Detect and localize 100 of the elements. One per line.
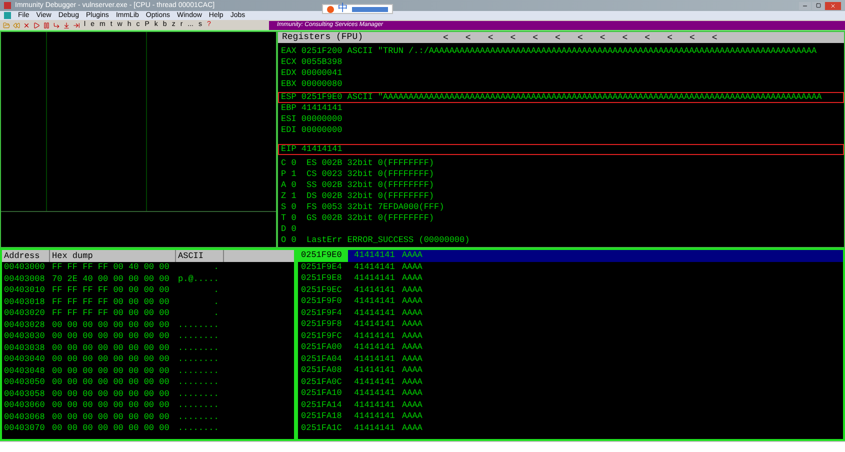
value-cell-text: 41414141: [354, 250, 396, 262]
hex-cell-text: 00 00 00 00 00 00 00 00: [51, 423, 170, 434]
highlighted-register-row: ESP 0251F9E0 ASCII "AAAAAAAAAAAAAAAAAAAAAAAAAAAAAAAAAAAAAAAAAAAAAAAAAAAAAAAAAAAAAAAAAAAAAAAAAAAAAAAAAAAAAA: [278, 92, 844, 103]
column-header[interactable]: Hex dump: [50, 250, 176, 262]
scroll-arrow[interactable]: <: [465, 32, 471, 42]
stack-row[interactable]: 0251F9F4 41414141 AAAA: [298, 308, 843, 319]
stack-row[interactable]: 0251F9EC 41414141 AAAA: [298, 284, 843, 296]
stack-row[interactable]: 0251FA1C 41414141 AAAA: [298, 422, 843, 434]
stack-row[interactable]: 0251FA10 41414141 AAAA: [298, 388, 843, 400]
address-cell-text: 0251F9E8: [300, 273, 343, 284]
register-row-text: EDI 00000000: [280, 125, 344, 136]
ascii-cell: AAAA: [402, 400, 422, 411]
value-cell-text: 41414141: [354, 262, 396, 273]
value-cell-text: 41414141: [354, 376, 396, 388]
app-logo-icon: [4, 12, 11, 19]
scroll-arrow[interactable]: <: [712, 32, 718, 42]
stack-row[interactable]: 0251FA08 41414141 AAAA: [298, 365, 843, 376]
pause-icon[interactable]: [43, 22, 50, 28]
value-cell-text: 41414141: [354, 308, 396, 319]
scroll-arrow[interactable]: <: [600, 32, 606, 42]
ascii-cell: AAAA: [402, 354, 422, 365]
minimize-icon: [802, 2, 808, 8]
minimize-button[interactable]: [799, 2, 811, 10]
ascii-cell-text: p.@.....: [177, 274, 220, 285]
scroll-arrow[interactable]: <: [443, 32, 448, 42]
scroll-arrow[interactable]: <: [532, 32, 538, 42]
scroll-arrow[interactable]: <: [644, 32, 650, 42]
ascii-cell-text: ........: [177, 320, 220, 331]
hex-cell-text: 00 00 00 00 00 00 00 00: [51, 354, 170, 366]
address-cell-text: 00403028: [3, 320, 46, 331]
scroll-arrow[interactable]: <: [689, 32, 695, 42]
ascii-cell-text: ........: [177, 342, 220, 354]
selected-stack-row[interactable]: 0251F9E0 41414141 AAAA: [298, 250, 843, 262]
address-cell-text: 0251FA10: [300, 388, 343, 400]
run-to-icon[interactable]: [73, 22, 80, 28]
value-cell-text: 41414141: [354, 296, 396, 308]
stack-row[interactable]: 0251FA0C 41414141 AAAA: [298, 376, 843, 388]
address-cell-text: 0251FA08: [300, 365, 343, 376]
play-icon[interactable]: [33, 22, 40, 28]
flag-row-text: P 1 CS 0023 32bit 0(FFFFFFFF): [280, 169, 436, 180]
highlighted-register-row: EIP 41414141: [278, 144, 844, 155]
stack-row[interactable]: 0251FA14 41414141 AAAA: [298, 400, 843, 411]
register-row-text: EBX 00000080: [280, 79, 344, 90]
folder-icon[interactable]: [3, 22, 10, 28]
step-icon[interactable]: [53, 22, 60, 28]
column-header[interactable]: Address: [2, 250, 50, 262]
address-cell-text: 00403050: [3, 377, 46, 388]
value-cell-text: 41414141: [354, 365, 396, 376]
ascii-cell: AAAA: [402, 342, 422, 354]
stack-row[interactable]: 0251F9FC 41414141 AAAA: [298, 330, 843, 342]
scroll-arrow[interactable]: <: [555, 32, 560, 42]
address-cell-text: 0251F9FC: [300, 330, 343, 342]
address-cell-text: 0251F9F8: [300, 319, 343, 330]
ime-mode[interactable]: 中: [338, 4, 348, 14]
ascii-cell-text: .: [212, 262, 220, 274]
value-cell-text: 41414141: [354, 319, 396, 330]
ascii-cell-text: ........: [177, 331, 220, 342]
scroll-arrow[interactable]: <: [577, 32, 583, 42]
stack-row[interactable]: 0251F9F8 41414141 AAAA: [298, 319, 843, 330]
ascii-cell: AAAA: [402, 273, 422, 284]
hex-cell-text: FF FF FF FF 00 00 00 00: [51, 296, 170, 308]
value-cell-text: 41414141: [354, 354, 396, 365]
step-down-icon[interactable]: [63, 22, 70, 28]
maximize-button[interactable]: [812, 2, 824, 10]
scroll-arrow[interactable]: <: [488, 32, 494, 42]
address-cell-text: 00403000: [3, 262, 46, 274]
scroll-arrow[interactable]: <: [667, 32, 672, 42]
stack-row[interactable]: 0251F9E4 41414141 AAAA: [298, 262, 843, 273]
maximize-icon: [816, 3, 820, 8]
ascii-cell: AAAA: [402, 388, 422, 400]
flag-row-text: O 0 LastErr ERROR_SUCCESS (00000000): [280, 235, 471, 246]
hex-cell-text: 70 2E 40 00 00 00 00 00: [51, 274, 170, 285]
column-header[interactable]: ASCII: [176, 250, 224, 262]
register-row-text: ECX 0055B398: [280, 57, 344, 68]
ascii-cell-text: ........: [177, 354, 220, 366]
close-button[interactable]: [825, 2, 841, 10]
stack-row[interactable]: 0251F9F0 41414141 AAAA: [298, 296, 843, 308]
scroll-arrow[interactable]: <: [622, 32, 628, 42]
ascii-cell: AAAA: [402, 250, 422, 262]
ascii-cell-text: ........: [177, 366, 220, 377]
stack-row[interactable]: 0251FA18 41414141 AAAA: [298, 411, 843, 422]
close-icon[interactable]: [23, 22, 30, 28]
address-cell-text: 00403068: [3, 412, 46, 423]
scroll-arrow[interactable]: <: [510, 32, 516, 42]
address-cell-text: 00403058: [3, 388, 46, 400]
address-cell-text: 00403020: [3, 308, 46, 320]
ime-logo-icon: [327, 6, 334, 12]
address-cell-text: 0251FA18: [300, 411, 343, 422]
address-cell-text: 00403010: [3, 285, 46, 296]
hex-cell-text: FF FF FF FF 00 40 00 00: [51, 262, 170, 274]
hex-cell-text: FF FF FF FF 00 00 00 00: [51, 308, 170, 320]
stack-row[interactable]: 0251FA00 41414141 AAAA: [298, 342, 843, 354]
ascii-cell: AAAA: [402, 262, 422, 273]
stack-row[interactable]: 0251FA04 41414141 AAAA: [298, 354, 843, 365]
stack-row[interactable]: 0251F9E8 41414141 AAAA: [298, 273, 843, 284]
address-cell-text: 00403060: [3, 400, 46, 412]
address-cell-text: 0251FA04: [300, 354, 343, 365]
flag-row-text: S 0 FS 0053 32bit 7EFDA000(FFF): [280, 202, 446, 213]
flag-row-text: Z 1 DS 002B 32bit 0(FFFFFFFF): [280, 191, 436, 202]
hex-cell-text: 00 00 00 00 00 00 00 00: [51, 331, 170, 342]
